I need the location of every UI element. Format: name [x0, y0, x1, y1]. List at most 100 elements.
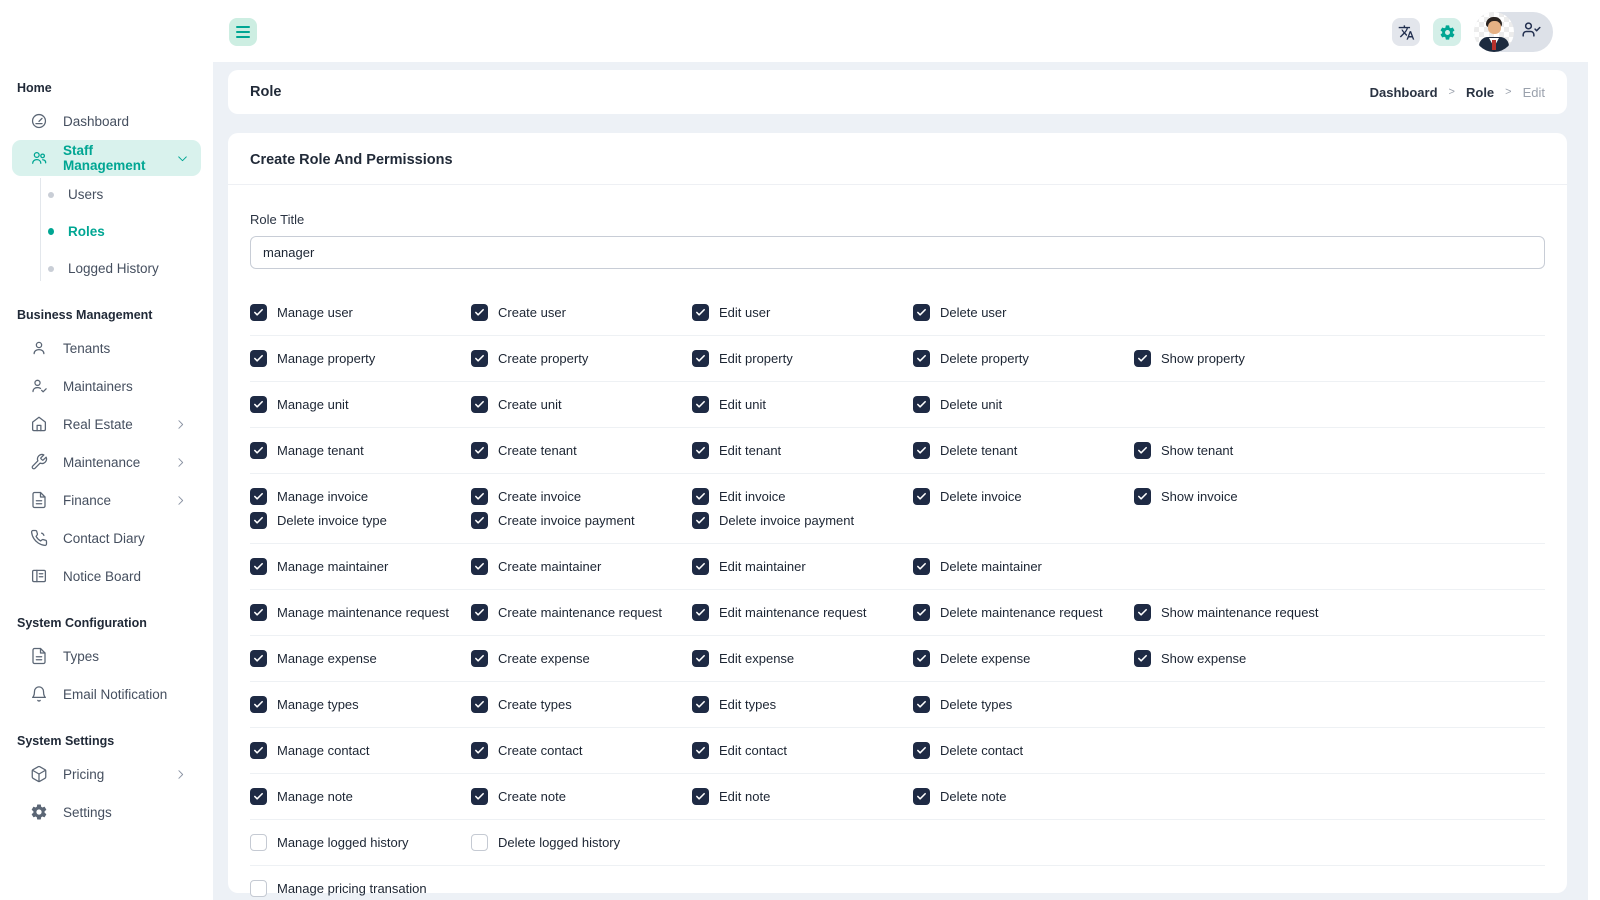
breadcrumb-role[interactable]: Role	[1466, 85, 1494, 100]
checkbox-create-unit[interactable]	[471, 396, 488, 413]
permission-group: Manage types Create types Edit types Delete…	[250, 682, 1545, 728]
sidebar-item-notice-board[interactable]: Notice Board	[0, 557, 213, 595]
checkbox-create-note[interactable]	[471, 788, 488, 805]
checkbox-create-maintainer[interactable]	[471, 558, 488, 575]
checkbox-manage-expense[interactable]	[250, 650, 267, 667]
checkbox-manage-property[interactable]	[250, 350, 267, 367]
checkbox-manage-tenant[interactable]	[250, 442, 267, 459]
checkbox-delete-maintenance-request[interactable]	[913, 604, 930, 621]
permission-label: Delete user	[940, 305, 1007, 320]
checkbox-delete-maintainer[interactable]	[913, 558, 930, 575]
permission-edit-expense: Edit expense	[692, 648, 913, 669]
checkbox-delete-types[interactable]	[913, 696, 930, 713]
permission-label: Edit note	[719, 789, 771, 804]
permission-edit-types: Edit types	[692, 694, 913, 715]
checkbox-delete-contact[interactable]	[913, 742, 930, 759]
checkbox-manage-unit[interactable]	[250, 396, 267, 413]
sidebar-item-tenants[interactable]: Tenants	[0, 329, 213, 367]
user-menu[interactable]	[1474, 12, 1553, 52]
checkbox-create-maintenance-request[interactable]	[471, 604, 488, 621]
permission-manage-unit: Manage unit	[250, 394, 471, 415]
checkbox-create-tenant[interactable]	[471, 442, 488, 459]
sidebar-item-types[interactable]: Types	[0, 637, 213, 675]
checkbox-edit-maintenance-request[interactable]	[692, 604, 709, 621]
checkbox-delete-tenant[interactable]	[913, 442, 930, 459]
settings-button[interactable]	[1433, 18, 1461, 46]
permission-label: Edit invoice	[719, 489, 786, 504]
checkbox-create-invoice-payment[interactable]	[471, 512, 488, 529]
checkbox-edit-user[interactable]	[692, 304, 709, 321]
checkbox-delete-property[interactable]	[913, 350, 930, 367]
checkbox-delete-note[interactable]	[913, 788, 930, 805]
permission-label: Delete maintenance request	[940, 605, 1103, 620]
permission-label: Create property	[498, 351, 589, 366]
checkbox-edit-tenant[interactable]	[692, 442, 709, 459]
card-header: Create Role And Permissions	[228, 133, 1567, 185]
checkbox-edit-invoice[interactable]	[692, 488, 709, 505]
sidebar-item-maintenance[interactable]: Maintenance	[0, 443, 213, 481]
sidebar-item-staff-management[interactable]: Staff Management	[12, 140, 201, 176]
checkbox-edit-unit[interactable]	[692, 396, 709, 413]
sidebar-item-label: Finance	[63, 492, 112, 508]
checkbox-create-expense[interactable]	[471, 650, 488, 667]
checkbox-manage-maintenance-request[interactable]	[250, 604, 267, 621]
sidebar-item-email-notification[interactable]: Email Notification	[0, 675, 213, 713]
checkbox-create-types[interactable]	[471, 696, 488, 713]
checkbox-create-contact[interactable]	[471, 742, 488, 759]
breadcrumb-dashboard[interactable]: Dashboard	[1370, 85, 1438, 100]
translate-button[interactable]	[1392, 18, 1420, 46]
checkbox-edit-contact[interactable]	[692, 742, 709, 759]
permission-manage-property: Manage property	[250, 348, 471, 369]
checkbox-manage-user[interactable]	[250, 304, 267, 321]
scrollbar[interactable]	[1588, 62, 1600, 900]
sidebar-item-settings[interactable]: Settings	[0, 793, 213, 831]
checkbox-create-property[interactable]	[471, 350, 488, 367]
topbar	[0, 0, 1600, 62]
sidebar-item-roles[interactable]: Roles	[0, 213, 213, 250]
checkbox-delete-unit[interactable]	[913, 396, 930, 413]
sidebar-item-real-estate[interactable]: Real Estate	[0, 405, 213, 443]
checkbox-show-maintenance-request[interactable]	[1134, 604, 1151, 621]
checkbox-delete-invoice[interactable]	[913, 488, 930, 505]
checkbox-delete-logged-history[interactable]	[471, 834, 488, 851]
permission-label: Delete tenant	[940, 443, 1018, 458]
sidebar-item-users[interactable]: Users	[0, 176, 213, 213]
checkbox-manage-contact[interactable]	[250, 742, 267, 759]
sidebar-item-maintainers[interactable]: Maintainers	[0, 367, 213, 405]
checkbox-manage-note[interactable]	[250, 788, 267, 805]
checkbox-create-user[interactable]	[471, 304, 488, 321]
checkbox-create-invoice[interactable]	[471, 488, 488, 505]
checkbox-show-invoice[interactable]	[1134, 488, 1151, 505]
checkbox-show-expense[interactable]	[1134, 650, 1151, 667]
checkbox-delete-invoice-type[interactable]	[250, 512, 267, 529]
checkbox-delete-user[interactable]	[913, 304, 930, 321]
sidebar-item-dashboard[interactable]: Dashboard	[0, 102, 213, 140]
sidebar-item-label: Notice Board	[63, 568, 142, 584]
checkbox-show-tenant[interactable]	[1134, 442, 1151, 459]
gear-icon	[30, 803, 48, 821]
checkbox-manage-types[interactable]	[250, 696, 267, 713]
permission-label: Create types	[498, 697, 572, 712]
checkbox-delete-expense[interactable]	[913, 650, 930, 667]
sidebar-item-contact-diary[interactable]: Contact Diary	[0, 519, 213, 557]
checkbox-show-property[interactable]	[1134, 350, 1151, 367]
sidebar: SMART TENANT PROPERTY MANAGEMENT SYSTEM …	[0, 0, 217, 900]
checkbox-manage-invoice[interactable]	[250, 488, 267, 505]
checkbox-manage-pricing-transation[interactable]	[250, 880, 267, 897]
checkbox-manage-maintainer[interactable]	[250, 558, 267, 575]
chevron-down-icon	[176, 152, 189, 165]
checkbox-edit-note[interactable]	[692, 788, 709, 805]
checkbox-manage-logged-history[interactable]	[250, 834, 267, 851]
sidebar-item-logged-history[interactable]: Logged History	[0, 250, 213, 287]
permission-edit-unit: Edit unit	[692, 394, 913, 415]
sidebar-item-pricing[interactable]: Pricing	[0, 755, 213, 793]
hamburger-menu-button[interactable]	[229, 18, 257, 46]
permission-label: Edit user	[719, 305, 771, 320]
checkbox-edit-types[interactable]	[692, 696, 709, 713]
checkbox-edit-property[interactable]	[692, 350, 709, 367]
checkbox-edit-expense[interactable]	[692, 650, 709, 667]
sidebar-item-finance[interactable]: Finance	[0, 481, 213, 519]
role-title-input[interactable]	[250, 236, 1545, 269]
checkbox-edit-maintainer[interactable]	[692, 558, 709, 575]
checkbox-delete-invoice-payment[interactable]	[692, 512, 709, 529]
